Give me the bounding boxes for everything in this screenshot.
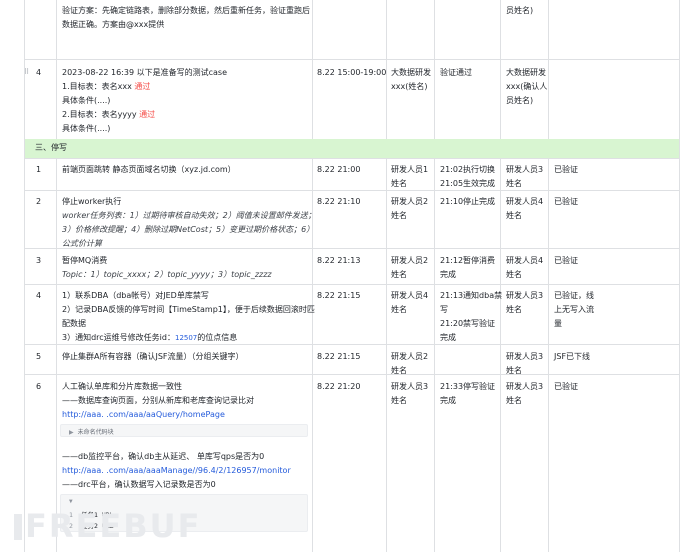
step-confirmer: 研发人员3 姓名 — [506, 165, 544, 188]
grid-line — [386, 158, 387, 552]
row-number: 5 — [36, 352, 42, 361]
step-owner: 研发人员2 姓名 — [391, 197, 429, 220]
step-owner: 研发人员2 姓名 — [391, 352, 429, 375]
grid-line — [500, 158, 501, 552]
grid-line — [24, 158, 679, 159]
grid-line — [24, 59, 679, 60]
step-status: 已验证 — [554, 165, 578, 174]
step-time: 8.22 21:20 — [317, 382, 361, 391]
step-content: 前端页面跳转 静态页面域名切换（xyz.jd.com） — [62, 165, 236, 174]
fragment-line: 验证方案：先确定链路表，删除部分数据，然后重新任务，验证重跑后 — [62, 6, 310, 15]
document-table: 验证方案：先确定链路表，删除部分数据，然后重新任务，验证重跑后 数据正确。方案由… — [0, 0, 690, 552]
row-fragment-content: 验证方案：先确定链路表，删除部分数据，然后重新任务，验证重跑后 数据正确。方案由… — [62, 4, 310, 32]
step-confirmer: 研发人员3 姓名 — [506, 382, 544, 405]
row-number: 3 — [36, 256, 42, 265]
condition-2: 具体条件(....) — [62, 124, 111, 133]
test-case-result: 验证通过 — [440, 68, 472, 77]
grid-line — [56, 0, 57, 139]
step-status: 已验证，线 上无写入流 量 — [554, 291, 594, 328]
step-content: 人工确认单库和分片库数据一致性 ——数据库查询页面，分别从新库和老库查询记录比对… — [62, 380, 254, 422]
grid-line — [434, 0, 435, 139]
section-title: 三、停写 — [35, 143, 67, 152]
row-number: 1 — [36, 165, 42, 174]
drag-handle-icon[interactable]: ⠿ — [24, 68, 29, 76]
step-status: 已验证 — [554, 382, 578, 391]
code-block-collapsed[interactable]: ▶ 未命名代码块 — [60, 424, 308, 437]
collapse-triangle-icon[interactable]: ▼ — [69, 498, 73, 505]
step-confirmer: 研发人员3 姓名 — [506, 352, 544, 375]
row-fragment-confirmer: 员姓名) — [506, 4, 533, 18]
step-time: 8.22 21:15 — [317, 291, 361, 300]
step-time: 8.22 21:00 — [317, 165, 361, 174]
step-confirmer: 研发人员3 姓名 — [506, 291, 544, 314]
grid-line — [679, 0, 680, 552]
step-time: 8.22 21:15 — [317, 352, 361, 361]
target-table-2: 2.目标表：表名yyyy 通过 — [62, 110, 156, 119]
step-content: 暂停MQ消费 Topic：1）topic_xxxx；2）topic_yyyy；3… — [62, 256, 272, 279]
step-owner: 研发人员2 姓名 — [391, 256, 429, 279]
step-result: 21:02执行切换 21:05生效完成 — [440, 165, 496, 188]
status-pass: 通过 — [139, 110, 156, 119]
step-status: 已验证 — [554, 197, 578, 206]
task-id-link[interactable]: 12507 — [175, 334, 197, 342]
grid-line — [500, 0, 501, 139]
grid-line — [24, 190, 679, 191]
monitor-link[interactable]: http://aaa. .com/aaa/aaaManage//96.4/2/1… — [62, 464, 291, 478]
row-number: 6 — [36, 382, 42, 391]
step-owner: 研发人员1 姓名 — [391, 165, 429, 188]
target-table-1: 1.目标表：表名xxx 通过 — [62, 82, 151, 91]
step-result: 21:33停写验证 完成 — [440, 382, 496, 405]
status-pass: 通过 — [134, 82, 151, 91]
grid-line — [24, 0, 25, 552]
row-number: 4 — [36, 291, 42, 300]
step-result: 21:10停止完成 — [440, 197, 496, 206]
step-content: 停止worker执行 worker任务列表：1）过期待审核自动失效；2）阈值未设… — [62, 197, 316, 248]
step-content: 1）联系DBA（dba帐号）对JED单库禁写 2）记录DBA反馈的停写时间【Ti… — [62, 291, 315, 342]
query-page-link[interactable]: http://aaa. .com/aaa/aaQuery/homePage — [62, 408, 254, 422]
condition-1: 具体条件(....) — [62, 96, 111, 105]
fragment-line: 数据正确。方案由@xxx提供 — [62, 20, 165, 29]
step-status: 已验证 — [554, 256, 578, 265]
row-number: 2 — [36, 197, 42, 206]
step-owner: 研发人员3 姓名 — [391, 382, 429, 405]
test-case-title: 2023-08-22 16:39 以下是准备写的测试case — [62, 68, 228, 77]
section-header: 三、停写 — [25, 139, 679, 158]
step-content-cont: ——db监控平台，确认db主从延迟、 单库写qps是否为0 http://aaa… — [62, 452, 291, 489]
grid-line — [24, 374, 679, 375]
step-time: 8.22 21:10 — [317, 197, 361, 206]
grid-line — [548, 158, 549, 552]
step-status: JSF已下线 — [554, 352, 591, 361]
step-result: 21:13通知dba禁 写 21:20禁写验证 完成 — [440, 291, 503, 342]
grid-line — [434, 158, 435, 552]
code-block-label: 未命名代码块 — [77, 429, 114, 436]
test-case-time: 8.22 15:00-19:00 — [317, 68, 387, 77]
expand-triangle-icon[interactable]: ▶ — [69, 429, 74, 436]
step-confirmer: 研发人员4 姓名 — [506, 256, 544, 279]
test-case-confirmer: 大数据研发 xxx(确认人 员姓名) — [506, 68, 548, 105]
grid-line — [548, 0, 549, 139]
step-owner: 研发人员4 姓名 — [391, 291, 429, 314]
step-content: 停止集群A所有容器（确认JSF流量）（分组关键字） — [62, 352, 244, 361]
step-confirmer: 研发人员4 姓名 — [506, 197, 544, 220]
step-time: 8.22 21:13 — [317, 256, 361, 265]
freebuf-watermark-logo: FREEBUF — [14, 507, 201, 545]
grid-line — [312, 0, 313, 139]
grid-line — [24, 284, 679, 285]
row-number: 4 — [36, 68, 42, 77]
grid-line — [56, 158, 57, 552]
test-case-content: 2023-08-22 16:39 以下是准备写的测试case 1.目标表：表名x… — [62, 66, 227, 136]
test-case-owner: 大数据研发 xxx(姓名) — [391, 68, 431, 91]
step-result: 21:12暂停消费 完成 — [440, 256, 496, 279]
fragment-confirmer: 员姓名) — [506, 6, 534, 15]
